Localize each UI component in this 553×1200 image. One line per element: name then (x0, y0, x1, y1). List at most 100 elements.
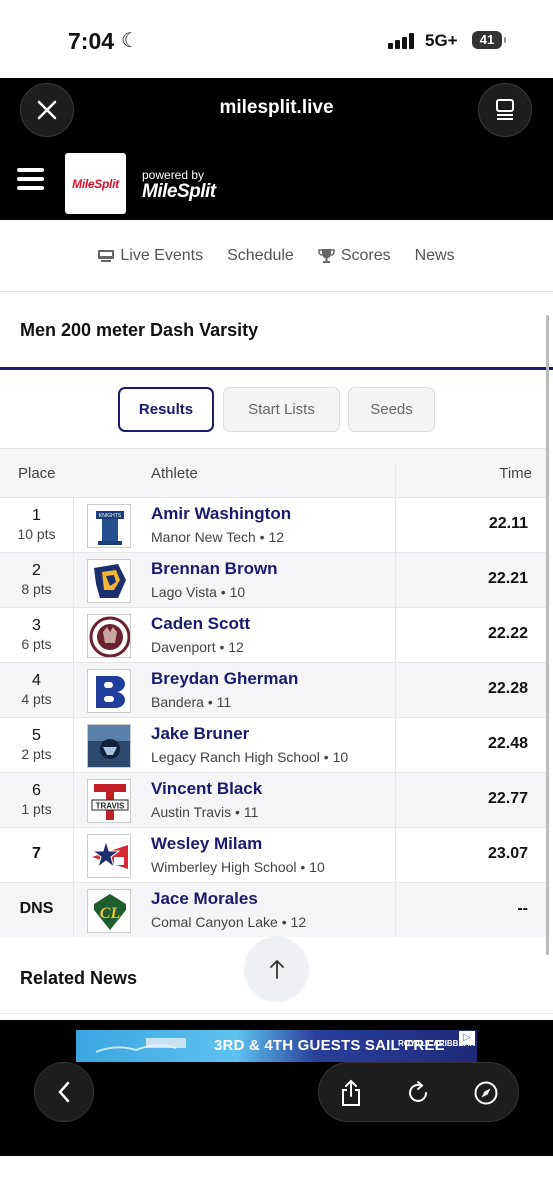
column-divider (73, 883, 74, 937)
athlete-name[interactable]: Jace Morales (151, 889, 258, 909)
powered-by-label: powered by (142, 168, 205, 182)
place-cell: 3 6 pts (0, 608, 73, 652)
header-athlete: Athlete (151, 465, 198, 482)
place-number: 2 (32, 562, 41, 579)
manor-logo-icon: KNIGHTS (96, 511, 124, 545)
column-divider (395, 773, 396, 827)
canyon-lake-logo-icon: CL (94, 894, 126, 930)
place-number: 7 (32, 845, 41, 862)
place-cell: 7 (0, 828, 73, 863)
column-divider (395, 553, 396, 607)
athlete-team: Manor New Tech • 12 (151, 529, 285, 545)
place-points: 1 pts (21, 801, 52, 817)
team-logo (87, 724, 131, 768)
site-nav: Live Events Schedule Scores News (0, 220, 553, 292)
athlete-name[interactable]: Caden Scott (151, 614, 250, 634)
team-logo (87, 559, 131, 603)
place-number: DNS (19, 900, 54, 917)
powered-by: powered by MileSplit (142, 168, 216, 203)
table-row[interactable]: 3 6 pts Caden Scott Davenport • 12 22.22 (0, 607, 546, 662)
travis-logo-icon: TRAVIS (91, 784, 129, 820)
athlete-team: Comal Canyon Lake • 12 (151, 914, 307, 930)
team-logo: TRAVIS (87, 779, 131, 823)
wimberley-logo-icon (91, 839, 128, 869)
place-cell: DNS (0, 883, 73, 918)
related-news-heading: Related News (20, 968, 138, 988)
result-time: 23.07 (487, 845, 528, 862)
ad-close-icon[interactable]: ▷ (459, 1031, 475, 1045)
place-points: 4 pts (21, 691, 52, 707)
scrollbar[interactable] (546, 315, 549, 955)
milesplit-logo[interactable]: MileSplit (65, 153, 126, 214)
result-time: 22.11 (488, 515, 528, 532)
athlete-name[interactable]: Vincent Black (151, 779, 262, 799)
url-label: milesplit.live (219, 97, 334, 118)
table-row[interactable]: 2 8 pts Brennan Brown Lago Vista • 10 22.… (0, 552, 546, 607)
trophy-icon (318, 248, 335, 263)
place-points: 6 pts (21, 636, 52, 652)
nav-label: News (414, 246, 455, 264)
place-cell: 1 10 pts (0, 498, 73, 542)
status-bar: 7:04 ☾ 5G+ 41 (0, 0, 553, 78)
column-divider (73, 773, 74, 827)
column-divider (73, 608, 74, 662)
team-logo (87, 834, 131, 878)
result-time: 22.21 (487, 570, 528, 587)
place-points: 10 pts (17, 526, 56, 542)
nav-live-events[interactable]: Live Events (98, 247, 203, 265)
result-time: 22.77 (487, 790, 528, 807)
tab-start-lists[interactable]: Start Lists (223, 387, 340, 432)
svg-text:KNIGHTS: KNIGHTS (99, 513, 122, 519)
ad-banner[interactable]: 3RD & 4TH GUESTS SAIL FREE ROYAL CARIBBE… (76, 1030, 477, 1062)
live-icon (98, 249, 115, 262)
athlete-team: Austin Travis • 11 (151, 804, 259, 820)
reload-button[interactable] (404, 1079, 432, 1107)
table-row[interactable]: 5 2 pts Jake Bruner Legacy Ranch High Sch… (0, 717, 546, 772)
place-cell: 2 8 pts (0, 553, 73, 597)
athlete-name[interactable]: Amir Washington (151, 504, 291, 524)
place-points: 8 pts (21, 581, 52, 597)
team-logo: KNIGHTS (87, 504, 131, 548)
nav-label: Scores (340, 246, 391, 264)
back-button[interactable] (34, 1062, 94, 1122)
compass-button[interactable] (472, 1079, 500, 1107)
toolbar-actions (318, 1062, 519, 1122)
reader-icon (496, 99, 514, 120)
table-row[interactable]: 1 10 pts KNIGHTS Amir Washington Manor Ne… (0, 497, 546, 552)
moon-icon: ☾ (121, 30, 139, 52)
athlete-team: Lago Vista • 10 (151, 584, 246, 600)
athlete-team: Davenport • 12 (151, 639, 244, 655)
place-number: 5 (32, 727, 41, 744)
table-row[interactable]: DNS CL Jace Morales Comal Canyon Lake • … (0, 882, 546, 937)
compass-icon (474, 1081, 498, 1105)
nav-scores[interactable]: Scores (318, 247, 391, 265)
table-row[interactable]: 4 4 pts Breydan Gherman Bandera • 11 22.2… (0, 662, 546, 717)
svg-text:CL: CL (100, 905, 121, 922)
powered-by-brand: MileSplit (142, 181, 216, 202)
athlete-team: Bandera • 11 (151, 694, 232, 710)
athlete-name[interactable]: Jake Bruner (151, 724, 249, 744)
nav-schedule[interactable]: Schedule (227, 247, 294, 265)
reader-button[interactable] (478, 83, 532, 137)
menu-button[interactable] (17, 168, 44, 190)
scroll-top-button[interactable] (245, 937, 308, 1000)
place-cell: 5 2 pts (0, 718, 73, 762)
athlete-name[interactable]: Wesley Milam (151, 834, 262, 854)
place-number: 6 (32, 782, 41, 799)
athlete-name[interactable]: Breydan Gherman (151, 669, 298, 689)
ship-icon (95, 1038, 186, 1053)
column-divider (395, 828, 396, 882)
share-button[interactable] (337, 1079, 365, 1107)
nav-label: Live Events (120, 246, 204, 264)
network-label: 5G+ (425, 31, 458, 50)
column-divider (73, 553, 74, 607)
table-row[interactable]: 7 Wesley Milam Wimberley High School • 1… (0, 827, 546, 882)
tab-seeds[interactable]: Seeds (348, 387, 435, 432)
table-row[interactable]: 6 1 pts TRAVIS Vincent Black Austin Travi… (0, 772, 546, 827)
arrow-up-icon (269, 959, 284, 979)
tab-results[interactable]: Results (118, 387, 214, 432)
team-logo: CL (87, 889, 131, 933)
athlete-team: Legacy Ranch High School • 10 (151, 749, 349, 765)
nav-news[interactable]: News (415, 247, 455, 265)
athlete-name[interactable]: Brennan Brown (151, 559, 278, 579)
